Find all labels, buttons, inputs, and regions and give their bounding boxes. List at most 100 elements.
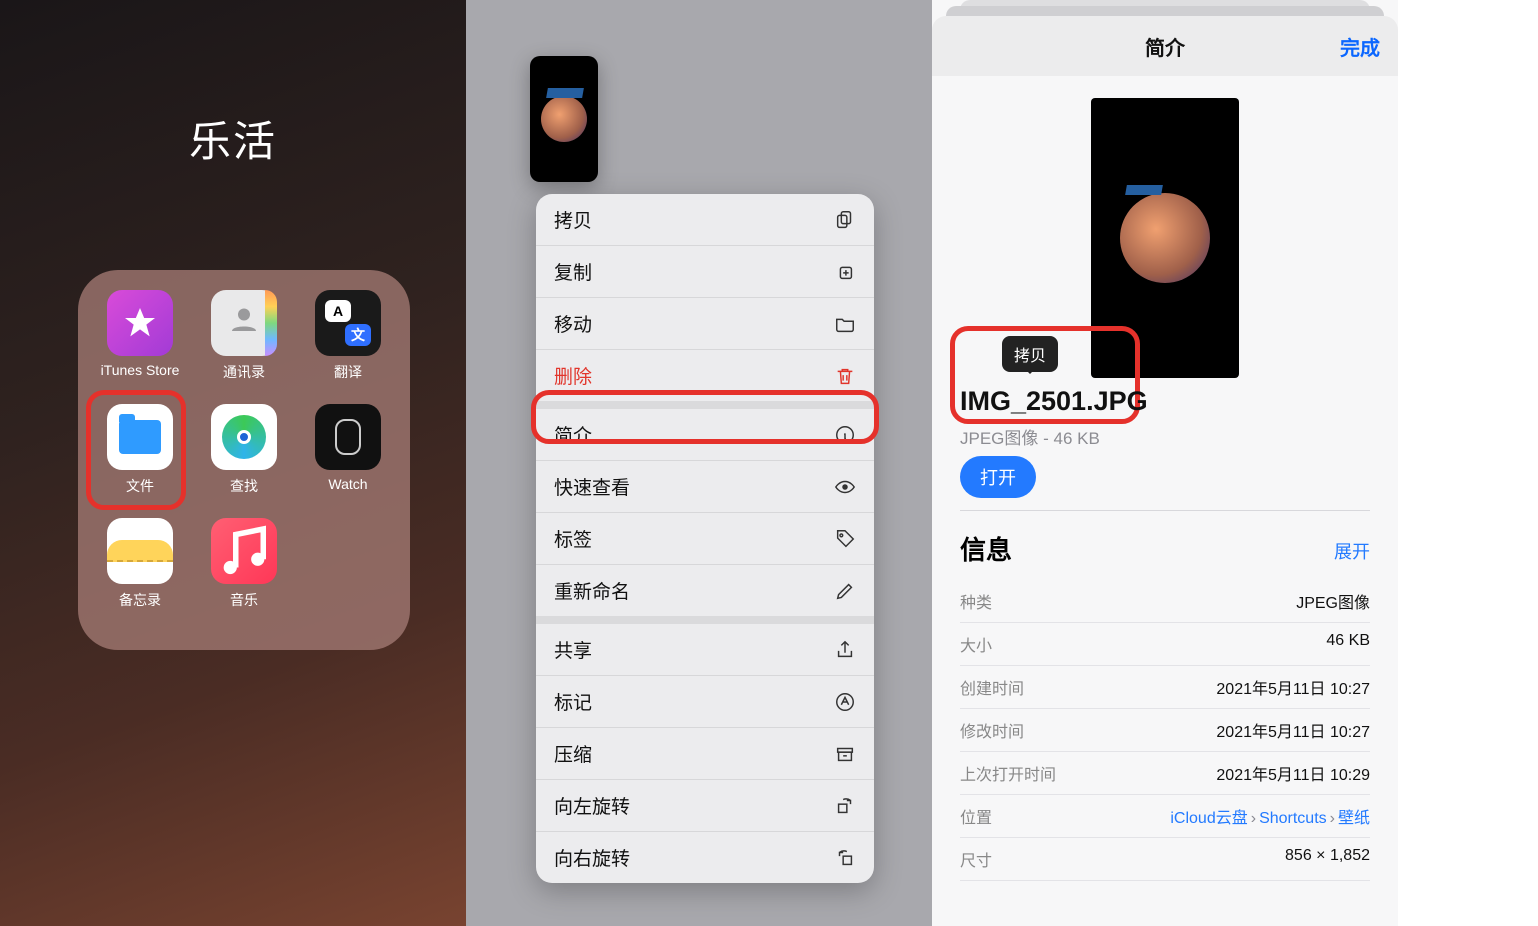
menu-share[interactable]: 共享 xyxy=(536,624,874,676)
eye-icon xyxy=(834,476,856,498)
app-label: 音乐 xyxy=(230,590,258,610)
menu-rename[interactable]: 重新命名 xyxy=(536,565,874,616)
app-contacts[interactable]: 通讯录 xyxy=(200,290,288,382)
sheet-stack xyxy=(932,0,1398,16)
menu-label: 重新命名 xyxy=(554,577,630,604)
info-row-kind: 种类 JPEG图像 xyxy=(960,580,1370,623)
info-value: 2021年5月11日 10:29 xyxy=(1216,761,1370,785)
app-watch[interactable]: Watch xyxy=(304,404,392,496)
menu-label: 拷贝 xyxy=(554,206,592,233)
rotate-left-icon xyxy=(834,795,856,817)
pencil-icon xyxy=(834,580,856,602)
file-thumbnail[interactable] xyxy=(530,56,598,182)
app-translate[interactable]: A文 翻译 xyxy=(304,290,392,382)
markup-icon xyxy=(834,691,856,713)
tag-icon xyxy=(834,528,856,550)
file-preview[interactable] xyxy=(1091,98,1239,378)
contacts-icon xyxy=(211,290,277,356)
app-label: Watch xyxy=(328,476,367,492)
menu-rotate-left[interactable]: 向左旋转 xyxy=(536,780,874,832)
menu-label: 向左旋转 xyxy=(554,792,630,819)
menu-tags[interactable]: 标签 xyxy=(536,513,874,565)
menu-label: 简介 xyxy=(554,421,592,448)
app-label: 备忘录 xyxy=(119,590,161,610)
location-part[interactable]: iCloud云盘 xyxy=(1170,810,1247,827)
panel-context-menu: 拷贝 复制 移动 删除 简介 快速查看 xyxy=(466,0,932,926)
folder-title: 乐活 xyxy=(0,0,466,169)
files-icon xyxy=(107,404,173,470)
app-label: 文件 xyxy=(126,476,154,496)
info-value: 46 KB xyxy=(1326,632,1370,656)
info-row-size: 大小 46 KB xyxy=(960,623,1370,666)
menu-rotate-right[interactable]: 向右旋转 xyxy=(536,832,874,883)
menu-info[interactable]: 简介 xyxy=(536,409,874,461)
menu-delete[interactable]: 删除 xyxy=(536,350,874,401)
context-menu: 拷贝 复制 移动 删除 简介 快速查看 xyxy=(536,194,874,883)
menu-label: 快速查看 xyxy=(554,473,630,500)
rotate-right-icon xyxy=(834,847,856,869)
separator xyxy=(960,510,1370,511)
info-value: 2021年5月11日 10:27 xyxy=(1216,718,1370,742)
menu-compress[interactable]: 压缩 xyxy=(536,728,874,780)
app-notes[interactable]: 备忘录 xyxy=(96,518,184,610)
location-part[interactable]: 壁纸 xyxy=(1338,810,1370,827)
menu-duplicate[interactable]: 复制 xyxy=(536,246,874,298)
menu-markup[interactable]: 标记 xyxy=(536,676,874,728)
info-key: 修改时间 xyxy=(960,718,1024,742)
file-subtitle: JPEG图像 - 46 KB xyxy=(960,424,1100,449)
info-key: 上次打开时间 xyxy=(960,761,1056,785)
archive-icon xyxy=(834,743,856,765)
copy-tooltip[interactable]: 拷贝 xyxy=(1002,336,1058,372)
file-name[interactable]: IMG_2501.JPG xyxy=(960,386,1148,417)
menu-group-1: 拷贝 复制 移动 删除 xyxy=(536,194,874,409)
copy-icon xyxy=(834,209,856,231)
share-icon xyxy=(834,639,856,661)
info-row-location: 位置 iCloud云盘›Shortcuts›壁纸 xyxy=(960,795,1370,838)
app-label: 翻译 xyxy=(334,362,362,382)
info-value-location[interactable]: iCloud云盘›Shortcuts›壁纸 xyxy=(1170,804,1370,828)
menu-label: 压缩 xyxy=(554,740,592,767)
app-itunes-store[interactable]: iTunes Store xyxy=(96,290,184,382)
info-row-modified: 修改时间 2021年5月11日 10:27 xyxy=(960,709,1370,752)
menu-move[interactable]: 移动 xyxy=(536,298,874,350)
info-key: 种类 xyxy=(960,589,992,613)
app-files[interactable]: 文件 xyxy=(96,404,184,496)
app-music[interactable]: 音乐 xyxy=(200,518,288,610)
info-key: 创建时间 xyxy=(960,675,1024,699)
menu-group-3: 共享 标记 压缩 向左旋转 向右旋转 xyxy=(536,624,874,883)
menu-label: 向右旋转 xyxy=(554,844,630,871)
watch-icon xyxy=(315,404,381,470)
app-label: iTunes Store xyxy=(101,362,180,378)
notes-icon xyxy=(107,518,173,584)
menu-group-2: 简介 快速查看 标签 重新命名 xyxy=(536,409,874,624)
info-value: 2021年5月11日 10:27 xyxy=(1216,675,1370,699)
open-button[interactable]: 打开 xyxy=(960,456,1036,498)
info-key: 位置 xyxy=(960,804,992,828)
info-icon xyxy=(834,424,856,446)
app-findmy[interactable]: 查找 xyxy=(200,404,288,496)
info-row-opened: 上次打开时间 2021年5月11日 10:29 xyxy=(960,752,1370,795)
music-icon xyxy=(211,518,277,584)
panel-info-sheet: 简介 完成 拷贝 IMG_2501.JPG JPEG图像 - 46 KB 打开 … xyxy=(932,0,1398,926)
sheet-title: 简介 xyxy=(1145,32,1185,61)
menu-label: 移动 xyxy=(554,310,592,337)
folder-box: iTunes Store 通讯录 A文 翻译 文件 查找 Watch xyxy=(78,270,410,650)
folder-icon xyxy=(834,313,856,335)
menu-quicklook[interactable]: 快速查看 xyxy=(536,461,874,513)
info-value: 856 × 1,852 xyxy=(1285,847,1370,871)
expand-button[interactable]: 展开 xyxy=(1334,538,1370,564)
duplicate-icon xyxy=(834,261,856,283)
menu-label: 复制 xyxy=(554,258,592,285)
info-row-created: 创建时间 2021年5月11日 10:27 xyxy=(960,666,1370,709)
menu-label: 标记 xyxy=(554,688,592,715)
location-part[interactable]: Shortcuts xyxy=(1259,810,1327,827)
menu-label: 删除 xyxy=(554,362,592,389)
menu-label: 标签 xyxy=(554,525,592,552)
info-key: 尺寸 xyxy=(960,847,992,871)
done-button[interactable]: 完成 xyxy=(1340,32,1380,61)
menu-copy[interactable]: 拷贝 xyxy=(536,194,874,246)
findmy-icon xyxy=(211,404,277,470)
menu-label: 共享 xyxy=(554,636,592,663)
app-label: 查找 xyxy=(230,476,258,496)
trash-icon xyxy=(834,365,856,387)
